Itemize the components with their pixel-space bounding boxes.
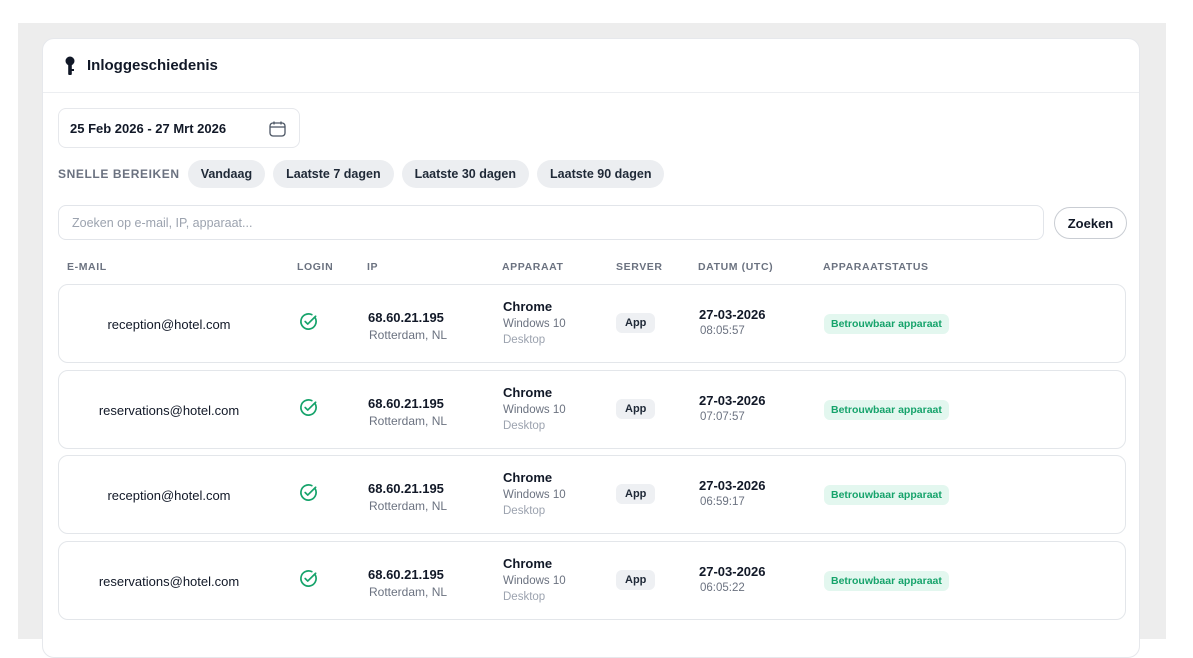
row-email: reception@hotel.com <box>107 488 231 503</box>
column-header-device: APPARAAT <box>502 261 564 273</box>
row-email: reception@hotel.com <box>107 317 231 332</box>
row-date: 27-03-2026 <box>699 478 766 493</box>
page-background: Inloggeschiedenis 25 Feb 2026 - 27 Mrt 2… <box>18 23 1166 658</box>
server-badge: App <box>616 313 656 333</box>
row-date: 27-03-2026 <box>699 393 766 408</box>
row-browser: Chrome <box>503 470 553 485</box>
row-os: Windows 10 <box>503 489 566 501</box>
column-header-ip: IP <box>367 261 379 273</box>
calendar-icon <box>269 121 286 137</box>
chip-today[interactable]: Vandaag <box>187 160 266 188</box>
status-badge: Betrouwbaar apparaat <box>824 314 949 334</box>
quick-ranges: SNELLE BEREIKEN Vandaag Laatste 7 dagen … <box>58 160 672 188</box>
column-header-server: SERVER <box>616 261 663 273</box>
success-icon <box>300 484 317 501</box>
page-title: Inloggeschiedenis <box>87 57 218 74</box>
status-badge: Betrouwbaar apparaat <box>824 485 949 505</box>
row-os: Windows 10 <box>503 575 566 587</box>
row-device-type: Desktop <box>503 591 546 603</box>
row-date: 27-03-2026 <box>699 307 766 322</box>
date-range-label: 25 Feb 2026 - 27 Mrt 2026 <box>70 120 227 136</box>
server-badge: App <box>616 570 656 590</box>
server-badge: App <box>616 399 656 419</box>
column-header-date: DATUM (UTC) <box>698 261 774 273</box>
table-row[interactable]: reservations@hotel.com 68.60.21.195 Rott… <box>58 541 1126 620</box>
quick-ranges-label: SNELLE BEREIKEN <box>58 167 180 181</box>
success-icon <box>300 399 317 416</box>
table-row[interactable]: reception@hotel.com 68.60.21.195 Rotterd… <box>58 284 1126 363</box>
row-location: Rotterdam, NL <box>369 328 448 342</box>
chip-last-30-days[interactable]: Laatste 30 dagen <box>401 160 530 188</box>
column-header-device-status: APPARAATSTATUS <box>823 261 929 273</box>
row-device-type: Desktop <box>503 334 546 346</box>
row-browser: Chrome <box>503 299 553 314</box>
success-icon <box>300 313 317 330</box>
row-os: Windows 10 <box>503 404 566 416</box>
table-row[interactable]: reservations@hotel.com 68.60.21.195 Rott… <box>58 370 1126 449</box>
search-input[interactable] <box>58 205 1044 240</box>
login-history-card: Inloggeschiedenis 25 Feb 2026 - 27 Mrt 2… <box>42 38 1140 658</box>
row-ip: 68.60.21.195 <box>368 567 444 582</box>
row-device-type: Desktop <box>503 505 546 517</box>
row-ip: 68.60.21.195 <box>368 310 444 325</box>
success-icon <box>300 570 317 587</box>
row-date: 27-03-2026 <box>699 564 766 579</box>
chip-last-7-days[interactable]: Laatste 7 dagen <box>273 160 394 188</box>
row-device-type: Desktop <box>503 420 546 432</box>
row-os: Windows 10 <box>503 318 566 330</box>
date-range-picker[interactable]: 25 Feb 2026 - 27 Mrt 2026 <box>58 108 300 148</box>
row-time: 07:07:57 <box>700 411 745 423</box>
row-location: Rotterdam, NL <box>369 414 448 428</box>
table-row[interactable]: reception@hotel.com 68.60.21.195 Rotterd… <box>58 455 1126 534</box>
row-ip: 68.60.21.195 <box>368 396 444 411</box>
column-header-email: E-MAIL <box>67 261 107 273</box>
row-time: 08:05:57 <box>700 325 745 337</box>
row-email: reservations@hotel.com <box>98 403 240 418</box>
row-browser: Chrome <box>503 385 553 400</box>
key-icon <box>65 56 75 75</box>
row-browser: Chrome <box>503 556 553 571</box>
search-button[interactable]: Zoeken <box>1054 207 1127 239</box>
row-time: 06:05:22 <box>700 582 745 594</box>
row-location: Rotterdam, NL <box>369 499 448 513</box>
column-header-login: LOGIN <box>297 261 334 273</box>
row-ip: 68.60.21.195 <box>368 481 444 496</box>
chip-last-90-days[interactable]: Laatste 90 dagen <box>537 160 665 188</box>
row-location: Rotterdam, NL <box>369 585 448 599</box>
status-badge: Betrouwbaar apparaat <box>824 400 949 420</box>
card-header: Inloggeschiedenis <box>43 39 1139 93</box>
status-badge: Betrouwbaar apparaat <box>824 571 949 591</box>
row-time: 06:59:17 <box>700 496 745 508</box>
server-badge: App <box>616 484 656 504</box>
row-email: reservations@hotel.com <box>98 574 240 589</box>
